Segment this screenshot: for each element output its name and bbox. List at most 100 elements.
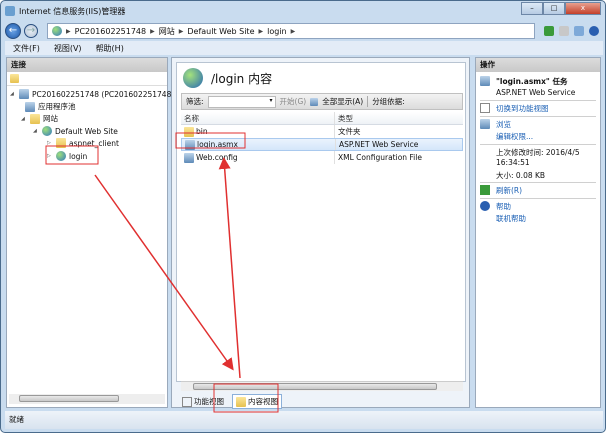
menu-view[interactable]: 视图(V): [54, 43, 82, 54]
help-icon: [480, 201, 490, 211]
filter-label: 筛选:: [186, 97, 204, 106]
column-type[interactable]: 类型: [334, 112, 463, 124]
tab-content-view[interactable]: 内容视图: [232, 394, 282, 409]
actions-header: 操作: [476, 58, 600, 72]
content-panel: /login 内容 筛选: 开始(G) 全部显示(A) 分组依据: 名称 类型 …: [171, 57, 470, 409]
features-view-icon: [182, 396, 192, 407]
globe-icon: [183, 68, 203, 88]
folder-icon: [56, 138, 66, 148]
table-row[interactable]: Web.config XML Configuration File: [181, 151, 463, 164]
row-type: 文件夹: [334, 125, 463, 138]
maximize-button[interactable]: □: [543, 2, 565, 15]
iis-app-icon: [5, 6, 15, 16]
tree-item-label: 网站: [43, 114, 58, 123]
column-name[interactable]: 名称: [181, 113, 334, 124]
collapse-icon[interactable]: ▷: [47, 153, 53, 159]
breadcrumb-separator-icon: ▶: [66, 27, 71, 35]
horizontal-scrollbar[interactable]: [181, 381, 463, 391]
tree-item-app-pools[interactable]: 应用程序池: [25, 101, 76, 112]
server-icon: [19, 89, 29, 99]
online-help-link[interactable]: 联机帮助: [480, 213, 598, 224]
row-name: login.asmx: [197, 140, 238, 149]
connections-panel: 连接 ◢ PC201602251748 (PC201602251748\ 应用程序…: [6, 57, 174, 408]
back-button[interactable]: ←: [5, 23, 21, 39]
folder-icon: [184, 126, 194, 137]
title-bar: Internet 信息服务(IIS)管理器 – □ x: [1, 1, 605, 21]
expand-icon[interactable]: ◢: [10, 91, 16, 97]
tree-item-login[interactable]: ▷ login: [47, 151, 87, 161]
stop-icon[interactable]: [559, 26, 569, 36]
web-app-icon: [56, 151, 66, 161]
breadcrumb-login[interactable]: login: [267, 27, 287, 36]
content-table: 名称 类型 bin 文件夹 login.asmx ASP.NET Web Servi…: [181, 112, 463, 164]
row-type: XML Configuration File: [334, 151, 463, 164]
browse-icon: [480, 119, 490, 129]
filter-toolbar: 筛选: 开始(G) 全部显示(A) 分组依据:: [181, 93, 463, 110]
task-title: "login.asmx" 任务: [496, 77, 568, 86]
page-title: /login 内容: [211, 72, 273, 86]
table-row[interactable]: bin 文件夹: [181, 125, 463, 138]
table-row-selected[interactable]: login.asmx ASP.NET Web Service: [181, 138, 463, 151]
globe-icon: [42, 126, 52, 136]
tree-item-label: Default Web Site: [55, 126, 118, 136]
tree-item-server[interactable]: ◢ PC201602251748 (PC201602251748\: [10, 89, 174, 99]
tab-label: 内容视图: [248, 397, 278, 406]
switch-to-features-view-link[interactable]: 切换到功能视图: [496, 103, 549, 114]
menu-file[interactable]: 文件(F): [13, 43, 40, 54]
start-button[interactable]: 开始(G): [280, 96, 307, 107]
breadcrumb-sites[interactable]: 网站: [159, 26, 175, 37]
breadcrumb-server[interactable]: PC201602251748: [75, 27, 147, 36]
help-icon[interactable]: [589, 26, 599, 36]
close-button[interactable]: x: [565, 2, 601, 15]
tree-item-aspnet-client[interactable]: ▷ aspnet_client: [47, 138, 119, 148]
connect-icon[interactable]: [10, 74, 19, 83]
show-all-button[interactable]: 全部显示(A): [322, 96, 363, 107]
globe-icon: [52, 26, 62, 36]
tab-features-view[interactable]: 功能视图: [178, 394, 228, 409]
view-tabs: 功能视图 内容视图: [172, 394, 282, 409]
row-name: bin: [196, 127, 208, 136]
filter-input[interactable]: [207, 95, 276, 108]
tree-item-label: aspnet_client: [69, 138, 119, 148]
menu-bar: 文件(F) 视图(V) 帮助(H): [5, 41, 603, 55]
forward-button[interactable]: →: [24, 24, 38, 38]
row-type: ASP.NET Web Service: [335, 139, 462, 150]
breadcrumb-separator-icon: ▶: [258, 27, 264, 35]
menu-help[interactable]: 帮助(H): [96, 43, 124, 54]
group-by-dropdown[interactable]: 分组依据:: [367, 96, 405, 107]
expand-icon[interactable]: ◢: [21, 116, 27, 122]
window-title: Internet 信息服务(IIS)管理器: [19, 6, 126, 16]
connections-header: 连接: [7, 58, 167, 72]
table-header: 名称 类型: [181, 112, 463, 125]
tree-item-default-web-site[interactable]: ◢ Default Web Site: [33, 126, 118, 136]
minimize-button[interactable]: –: [521, 2, 543, 15]
refresh-link[interactable]: 刷新(R): [496, 185, 522, 196]
show-all-icon: [310, 97, 319, 106]
task-subtitle: ASP.NET Web Service: [496, 88, 576, 97]
tree-item-label: 应用程序池: [38, 102, 76, 111]
address-bar-row: ← → ▶ PC201602251748 ▶ 网站 ▶ Default Web …: [5, 21, 603, 41]
refresh-icon[interactable]: [544, 26, 554, 36]
edit-permissions-link[interactable]: 编辑权限...: [480, 131, 598, 142]
home-icon[interactable]: [574, 26, 584, 36]
file-size: 大小: 0.08 KB: [496, 171, 546, 180]
collapse-icon[interactable]: ▷: [47, 140, 53, 146]
modified-time: 16:34:51: [496, 158, 530, 167]
tree-item-label: PC201602251748 (PC201602251748\: [32, 89, 174, 99]
breadcrumb-separator-icon: ▶: [178, 27, 184, 35]
file-icon: [185, 139, 195, 150]
status-bar: 就绪: [5, 411, 603, 429]
tree-item-sites[interactable]: ◢ 网站: [21, 113, 58, 124]
sites-icon: [30, 113, 40, 124]
breadcrumb-default-web-site[interactable]: Default Web Site: [187, 27, 254, 36]
content-view-icon: [236, 396, 246, 407]
help-link[interactable]: 帮助: [496, 201, 511, 212]
file-icon: [480, 76, 490, 86]
expand-icon[interactable]: ◢: [33, 128, 39, 134]
refresh-icon: [480, 185, 490, 195]
horizontal-scrollbar[interactable]: [9, 394, 165, 404]
address-bar[interactable]: ▶ PC201602251748 ▶ 网站 ▶ Default Web Site…: [47, 23, 535, 39]
row-name: Web.config: [196, 153, 238, 162]
content-view: /login 内容 筛选: 开始(G) 全部显示(A) 分组依据: 名称 类型 …: [176, 62, 466, 391]
browse-link[interactable]: 浏览: [496, 119, 511, 130]
